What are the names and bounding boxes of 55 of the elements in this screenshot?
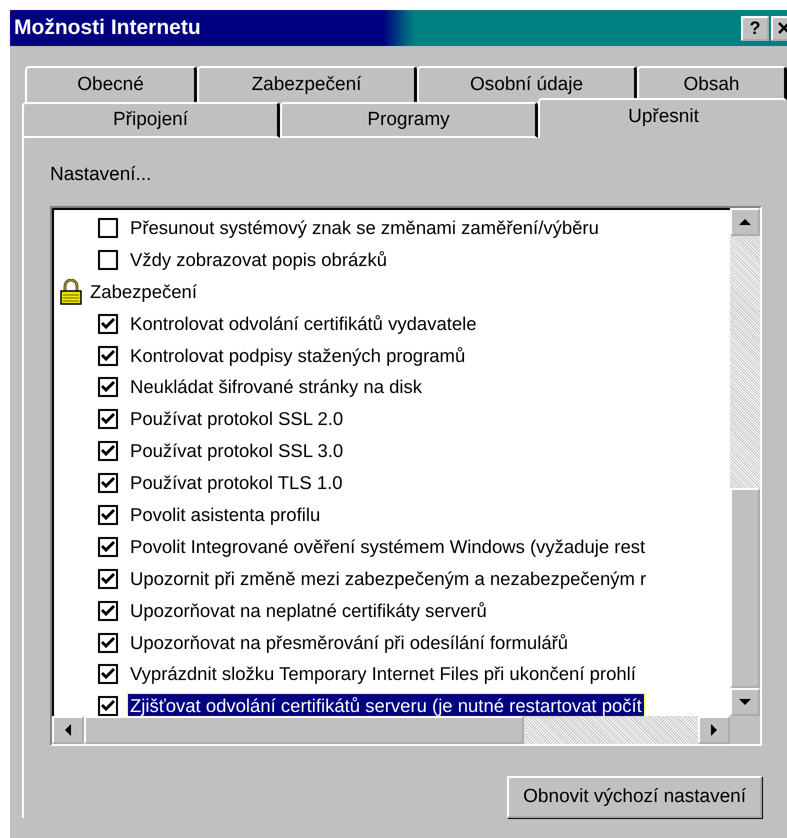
setting-item[interactable]: Kontrolovat podpisy stažených programů <box>128 344 468 368</box>
scroll-thumb[interactable] <box>730 488 760 688</box>
scroll-right-button[interactable] <box>698 716 730 744</box>
scroll-thumb[interactable] <box>84 716 524 744</box>
up-arrow-icon <box>738 218 752 226</box>
tab[interactable]: Osobní údaje <box>417 66 637 102</box>
setting-item[interactable]: Vyprázdnit složku Temporary Internet Files při ukončení prohlí <box>128 662 638 686</box>
group-heading[interactable]: Zabezpečení <box>88 280 199 304</box>
checkbox[interactable] <box>98 600 118 621</box>
setting-item[interactable]: Neukládat šifrované stránky na disk <box>128 375 424 400</box>
checkbox[interactable] <box>98 568 118 589</box>
scroll-left-button[interactable] <box>52 716 84 744</box>
setting-item[interactable]: Používat protokol SSL 3.0 <box>128 439 346 464</box>
vertical-scrollbar[interactable] <box>730 208 760 716</box>
setting-item[interactable]: Používat protokol SSL 2.0 <box>128 407 346 432</box>
settings-list[interactable] <box>50 206 762 746</box>
setting-item[interactable]: Vždy zobrazovat popis obrázků <box>128 248 390 272</box>
checkbox[interactable] <box>98 409 118 430</box>
tab[interactable]: Připojení <box>22 102 280 138</box>
window-title: Možnosti Internetu <box>13 16 201 40</box>
checkbox[interactable] <box>98 504 118 525</box>
lock-icon <box>60 278 82 305</box>
checkbox[interactable] <box>98 250 118 270</box>
scroll-down-button[interactable] <box>730 688 760 716</box>
setting-item[interactable]: Upozorňovat na přesměrování při odesílání formulářů <box>128 630 570 655</box>
help-button[interactable]: ? <box>741 16 769 40</box>
setting-item[interactable]: Povolit asistenta profilu <box>128 502 322 527</box>
right-arrow-icon <box>710 723 718 737</box>
setting-item[interactable]: Upozornit při změně mezi zabezpečeným a nezabezpečeným r <box>128 566 648 591</box>
scroll-up-button[interactable] <box>730 208 760 236</box>
checkbox[interactable] <box>98 377 118 398</box>
tab[interactable]: Zabezpečení <box>197 66 417 102</box>
checkbox[interactable] <box>98 314 118 334</box>
reset-defaults-button[interactable]: Obnovit výchozí nastavení <box>507 776 762 818</box>
left-arrow-icon <box>64 723 72 737</box>
setting-item[interactable]: Upozorňovat na neplatné certifikáty serverů <box>128 598 489 623</box>
setting-item[interactable]: Povolit Integrované ověření systémem Windows (vyžaduje rest <box>128 534 648 559</box>
setting-item[interactable]: Přesunout systémový znak se změnami zaměření/výběru <box>128 216 601 240</box>
checkbox[interactable] <box>98 536 118 557</box>
tab[interactable]: Upřesnit <box>538 98 787 138</box>
checkbox[interactable] <box>98 441 118 462</box>
settings-label: Nastavení... <box>50 164 152 186</box>
setting-item[interactable]: Používat protokol TLS 1.0 <box>128 471 345 496</box>
down-arrow-icon <box>738 698 752 706</box>
setting-item[interactable]: Kontrolovat odvolání certifikátů vydavatele <box>128 312 479 336</box>
horizontal-scrollbar[interactable] <box>52 716 760 744</box>
checkbox[interactable] <box>98 632 118 653</box>
tab[interactable]: Obecné <box>25 66 197 102</box>
checkbox[interactable] <box>98 218 118 238</box>
checkbox[interactable] <box>98 696 118 716</box>
setting-item[interactable]: Zjišťovat odvolání certifikátů serveru (je nutné restartovat počít <box>128 694 644 718</box>
checkbox[interactable] <box>98 473 118 494</box>
tab[interactable]: Programy <box>280 102 538 138</box>
checkbox[interactable] <box>98 664 118 684</box>
checkbox[interactable] <box>98 346 118 366</box>
